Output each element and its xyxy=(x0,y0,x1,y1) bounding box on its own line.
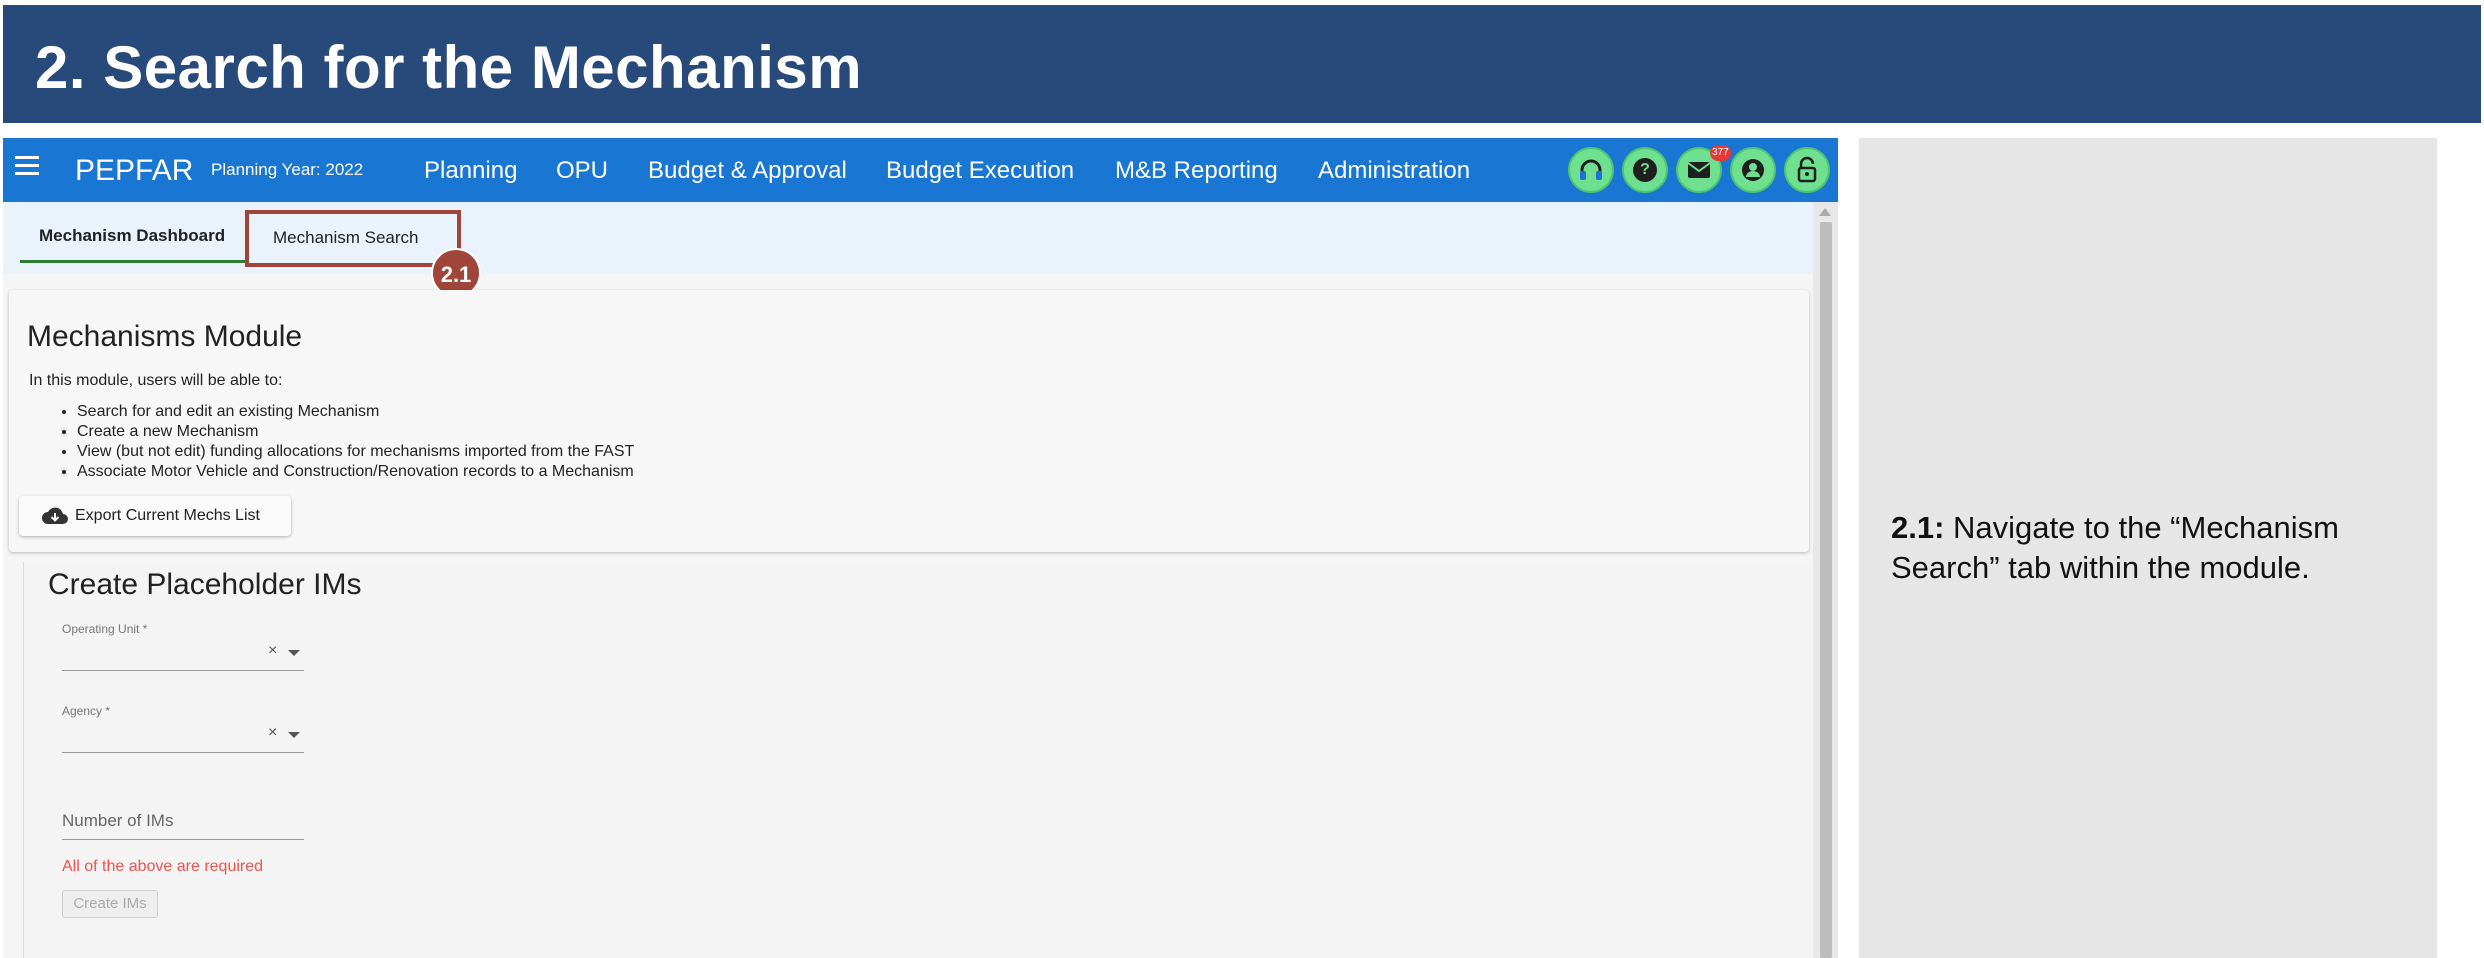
slide-title: 2. Search for the Mechanism xyxy=(35,34,863,101)
headset-icon[interactable] xyxy=(1568,147,1614,193)
callout-highlight-box xyxy=(245,210,461,267)
mail-icon[interactable]: 377 xyxy=(1676,145,1731,193)
nav-administration[interactable]: Administration xyxy=(1318,157,1470,185)
number-of-ims-input[interactable]: Number of IMs xyxy=(62,811,173,831)
instruction-panel: 2.1: Navigate to the “Mechanism Search” … xyxy=(1859,138,2437,958)
tab-mechanism-dashboard[interactable]: Mechanism Dashboard xyxy=(39,226,225,246)
clear-icon[interactable]: × xyxy=(268,724,277,742)
module-intro: In this module, users will be able to: xyxy=(29,372,283,389)
scroll-up-icon[interactable] xyxy=(1819,208,1831,216)
create-ims-button[interactable]: Create IMs xyxy=(62,890,158,918)
nav-budget-approval[interactable]: Budget & Approval xyxy=(648,157,847,185)
placeholder-title: Create Placeholder IMs xyxy=(48,568,362,601)
nav-budget-execution[interactable]: Budget Execution xyxy=(886,157,1074,185)
list-item: Associate Motor Vehicle and Construction… xyxy=(77,462,634,482)
instruction-body: Navigate to the “Mechanism Search” tab w… xyxy=(1891,510,2339,585)
export-button-label: Export Current Mechs List xyxy=(75,507,260,524)
planning-year: Planning Year: 2022 xyxy=(211,160,364,179)
chevron-down-icon[interactable] xyxy=(288,650,300,656)
app-bar: PEPFAR Planning Year: 2022 Planning OPU … xyxy=(3,138,1838,202)
slide: 2. Search for the Mechanism PEPFAR Plann… xyxy=(0,0,2484,958)
vertical-scrollbar[interactable] xyxy=(1813,202,1838,958)
module-bullet-list: Search for and edit an existing Mechanis… xyxy=(77,402,634,482)
active-tab-indicator xyxy=(20,260,246,263)
instruction-text: 2.1: Navigate to the “Mechanism Search” … xyxy=(1891,508,2431,588)
scrollbar-thumb[interactable] xyxy=(1820,222,1832,958)
agency-underline xyxy=(62,752,304,753)
nav-mb-reporting[interactable]: M&B Reporting xyxy=(1115,157,1278,185)
agency-label: Agency * xyxy=(62,704,111,718)
brand-logo[interactable]: PEPFAR xyxy=(75,154,193,188)
account-icon[interactable] xyxy=(1730,147,1776,193)
mechanisms-module-card: Mechanisms Module In this module, users … xyxy=(9,290,1809,552)
nav-opu[interactable]: OPU xyxy=(556,157,608,185)
validation-error: All of the above are required xyxy=(62,858,264,875)
number-of-ims-underline xyxy=(62,839,304,840)
cloud-download-icon xyxy=(42,507,68,524)
app-screenshot: PEPFAR Planning Year: 2022 Planning OPU … xyxy=(3,138,1838,958)
chevron-down-icon[interactable] xyxy=(288,732,300,738)
operating-unit-underline xyxy=(62,670,304,671)
instruction-step: 2.1: xyxy=(1891,510,1945,545)
slide-title-bar: 2. Search for the Mechanism xyxy=(3,5,2481,123)
nav-planning[interactable]: Planning xyxy=(424,157,517,185)
create-placeholder-section: Create Placeholder IMs Operating Unit * … xyxy=(23,562,1809,958)
operating-unit-label: Operating Unit * xyxy=(62,622,148,636)
mail-badge: 377 xyxy=(1710,145,1731,161)
clear-icon[interactable]: × xyxy=(268,642,277,660)
lock-icon[interactable] xyxy=(1784,147,1830,193)
list-item: View (but not edit) funding allocations … xyxy=(77,442,634,462)
list-item: Create a new Mechanism xyxy=(77,422,634,442)
menu-icon[interactable] xyxy=(15,156,41,182)
export-mechs-button[interactable]: Export Current Mechs List xyxy=(19,496,291,536)
module-title: Mechanisms Module xyxy=(27,320,303,353)
help-icon[interactable]: ? xyxy=(1622,147,1668,193)
list-item: Search for and edit an existing Mechanis… xyxy=(77,402,634,422)
